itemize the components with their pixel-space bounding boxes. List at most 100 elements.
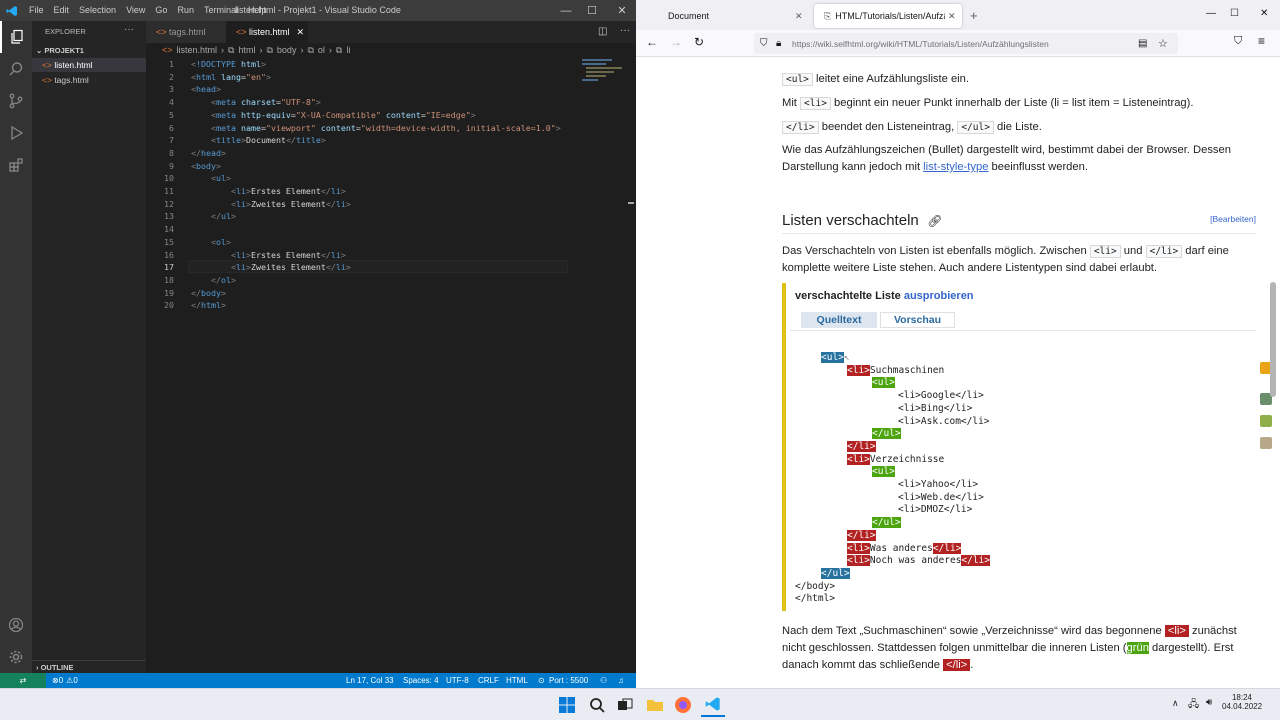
share-icon[interactable] (1260, 415, 1272, 427)
windows-start-icon[interactable] (555, 693, 579, 717)
notifications-bell-icon[interactable]: ♫ (618, 676, 624, 685)
reader-view-icon[interactable]: ▤ (1138, 38, 1147, 49)
split-editor-icon[interactable]: ◫ (598, 26, 607, 37)
errors-icon[interactable]: ⊗ (52, 676, 59, 685)
explorer-more-icon[interactable]: ··· (124, 24, 134, 35)
code-line: <body> (191, 160, 221, 171)
minimap[interactable] (578, 57, 628, 87)
browser-tab-selfhtml[interactable]: ⎘ HTML/Tutorials/Listen/Aufzähl ✕ (814, 4, 962, 28)
edit-section-link[interactable]: [Bearbeiten] (1210, 214, 1256, 224)
file-tags-html[interactable]: <> tags.html (32, 73, 146, 87)
tab-close-icon[interactable]: ✕ (948, 11, 956, 22)
url-text[interactable]: https://wiki.selfhtml.org/wiki/HTML/Tuto… (792, 39, 1049, 49)
back-arrow-icon[interactable]: ← (646, 35, 658, 49)
live-server-port[interactable]: Port : 5500 (549, 676, 588, 685)
code-line: <li>Erstes Element</li> (230, 186, 346, 196)
line-ending[interactable]: CRLF (478, 676, 499, 685)
scroll-position-marker (628, 202, 634, 204)
close-icon[interactable]: ✕ (1260, 8, 1268, 19)
menu-help[interactable]: Help (243, 0, 272, 21)
run-debug-icon[interactable] (0, 117, 32, 149)
menu-go[interactable]: Go (150, 0, 172, 21)
menu-view[interactable]: View (121, 0, 150, 21)
menu-terminal[interactable]: Terminal (199, 0, 243, 21)
html-file-icon: <> (162, 45, 173, 55)
vscode-taskbar-icon[interactable] (701, 693, 725, 717)
url-bar[interactable]: ⛉ 🔒︎ https://wiki.selfhtml.org/wiki/HTML… (754, 33, 1178, 54)
source-control-icon[interactable] (0, 85, 32, 117)
lock-icon[interactable]: 🔒︎ (776, 38, 781, 49)
tab-preview[interactable]: Vorschau (880, 312, 955, 328)
search-icon[interactable] (0, 53, 32, 85)
maximize-icon[interactable]: ☐ (1230, 8, 1239, 19)
language-mode[interactable]: HTML (506, 676, 528, 685)
tab-listen-html[interactable]: <> listen.html ✕ (226, 21, 308, 43)
chevron-up-icon[interactable]: ∧ (1172, 698, 1179, 709)
task-view-icon[interactable] (613, 693, 637, 717)
breadcrumb-item[interactable]: body (277, 45, 297, 55)
bookmark-star-icon[interactable]: ☆ (1158, 37, 1168, 50)
code-line: <meta name="viewport" content="width=dev… (210, 122, 561, 133)
tab-label: listen.html (249, 27, 290, 37)
paragraph: Nach dem Text „Suchmaschinen“ sowie „Ver… (782, 623, 1257, 674)
feedback-icon[interactable]: ⚇ (600, 676, 607, 685)
chevron-right-icon: › (259, 45, 263, 55)
menu-selection[interactable]: Selection (74, 0, 121, 21)
encoding[interactable]: UTF-8 (446, 676, 469, 685)
file-listen-html[interactable]: <> listen.html (32, 58, 146, 72)
reload-icon[interactable]: ↻ (694, 35, 704, 49)
text: beeinflusst werden. (988, 161, 1088, 173)
tab-close-icon[interactable]: ✕ (795, 11, 803, 22)
broadcast-icon[interactable]: ⊙ (538, 676, 545, 685)
outline-section[interactable]: › OUTLINE (32, 660, 146, 673)
page-scrollbar[interactable] (1270, 282, 1276, 397)
menu-file[interactable]: File (24, 0, 49, 21)
tab-close-icon[interactable]: ✕ (297, 27, 305, 38)
tab-tags-html[interactable]: <> tags.html (146, 21, 226, 43)
settings-gear-icon[interactable] (0, 641, 32, 673)
search-icon[interactable] (585, 693, 609, 717)
warnings-icon[interactable]: ⚠ (66, 676, 73, 685)
firefox-icon[interactable] (671, 693, 695, 717)
page-favicon-icon: ⎘ (824, 10, 832, 21)
clock[interactable]: 18:24 04.04.2022 (1222, 693, 1262, 711)
shield-icon[interactable]: ⛉ (760, 38, 768, 49)
cursor-position[interactable]: Ln 17, Col 33 (346, 676, 394, 685)
forward-arrow-icon[interactable]: → (670, 35, 682, 49)
text: beginnt ein neuer Punkt innerhalb der Li… (830, 97, 1194, 109)
hamburger-menu-icon[interactable]: ≡ (1258, 34, 1265, 48)
file-explorer-icon[interactable] (643, 693, 667, 717)
user-icon[interactable] (1260, 437, 1272, 449)
volume-icon[interactable]: 🔊︎ (1206, 697, 1212, 708)
project-folder[interactable]: ⌄ PROJEKT1 (36, 46, 84, 55)
tab-source-code[interactable]: Quelltext (801, 312, 877, 328)
warning-count[interactable]: 0 (73, 676, 77, 685)
list-style-type-link[interactable]: list-style-type (923, 161, 988, 173)
code-line: <li>DMOZ</li> (898, 504, 973, 516)
error-count[interactable]: 0 (59, 676, 63, 685)
browser-tab-document[interactable]: Document ✕ (658, 4, 808, 28)
maximize-icon[interactable]: ☐ (578, 0, 606, 21)
breadcrumb-item[interactable]: html (238, 45, 255, 55)
minimize-icon[interactable]: — (1206, 8, 1216, 19)
breadcrumb-item[interactable]: li (346, 45, 350, 55)
indentation[interactable]: Spaces: 4 (403, 676, 439, 685)
try-it-link[interactable]: ausprobieren (904, 290, 974, 302)
new-tab-icon[interactable]: + (970, 8, 978, 23)
code-line: <li>Bing</li> (898, 402, 973, 414)
breadcrumb-item[interactable]: listen.html (177, 45, 218, 55)
minimize-icon[interactable]: — (552, 0, 580, 21)
menu-run[interactable]: Run (172, 0, 199, 21)
pocket-icon[interactable]: ⛉ (1234, 35, 1242, 48)
account-icon[interactable] (0, 609, 32, 641)
extensions-icon[interactable] (0, 149, 32, 181)
menu-edit[interactable]: Edit (49, 0, 75, 21)
breadcrumb-item[interactable]: ol (318, 45, 325, 55)
explorer-icon[interactable] (0, 21, 32, 53)
close-icon[interactable]: ✕ (608, 0, 636, 21)
code-editor[interactable]: 1 2 3 4 5 6 7 8 9 10 11 12 13 14 15 16 1… (146, 57, 636, 673)
more-actions-icon[interactable]: ··· (620, 25, 630, 36)
remote-indicator-icon[interactable]: ⇄ (0, 673, 46, 688)
link-chain-icon[interactable]: 🔗︎ (927, 214, 942, 228)
network-icon[interactable]: 🖧︎ (1188, 697, 1199, 714)
